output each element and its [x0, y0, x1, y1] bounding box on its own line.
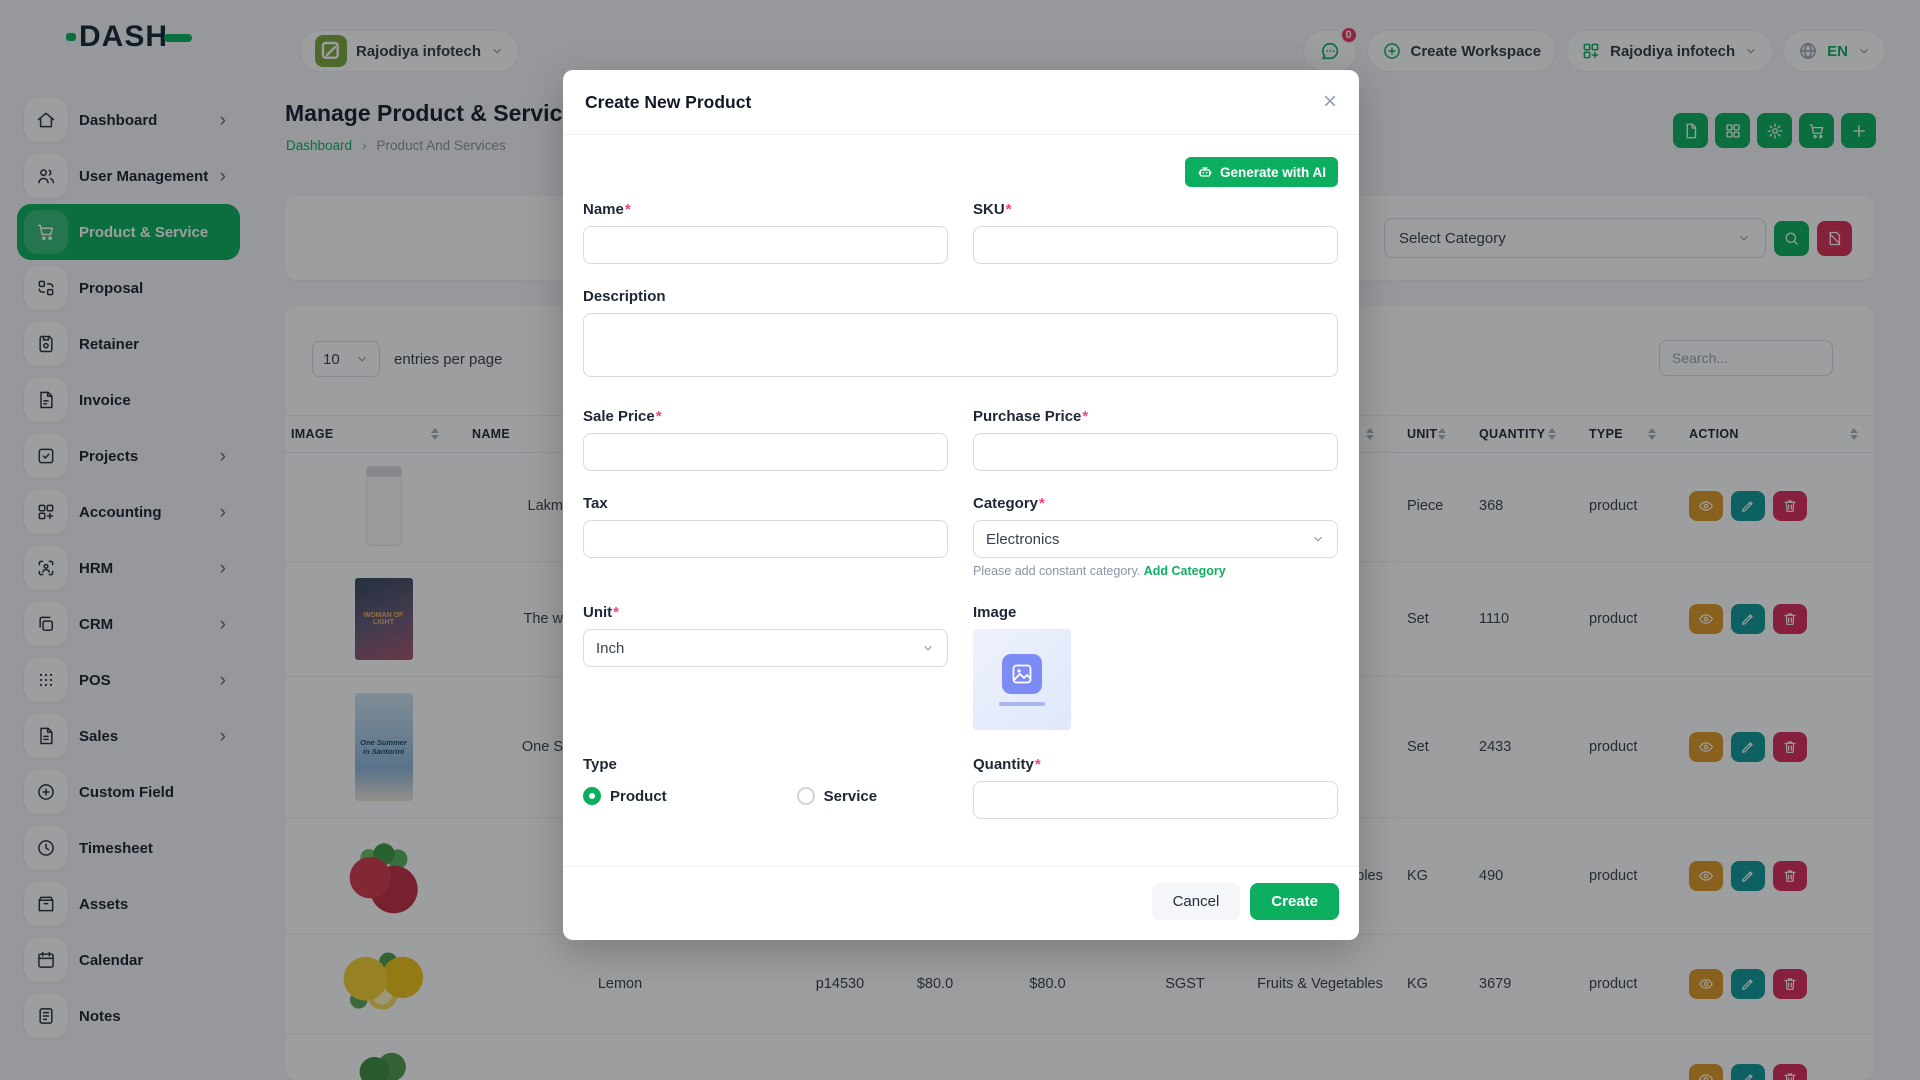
- type-radio-service[interactable]: Service: [797, 787, 877, 805]
- sku-input[interactable]: [973, 226, 1338, 264]
- image-upload[interactable]: [973, 629, 1071, 730]
- cancel-button[interactable]: Cancel: [1152, 883, 1241, 920]
- unit-select[interactable]: Inch: [583, 629, 948, 667]
- description-label: Description: [583, 288, 1338, 305]
- purchase-price-input[interactable]: [973, 433, 1338, 471]
- category-label: Category*: [973, 495, 1338, 512]
- type-radio-product[interactable]: Product: [583, 787, 667, 805]
- sku-label: SKU*: [973, 201, 1338, 218]
- tax-input[interactable]: [583, 520, 948, 558]
- unit-value: Inch: [596, 640, 624, 657]
- name-label: Name*: [583, 201, 948, 218]
- name-input[interactable]: [583, 226, 948, 264]
- chevron-down-icon: [1311, 532, 1325, 546]
- chevron-down-icon: [921, 641, 935, 655]
- robot-icon: [1197, 164, 1213, 180]
- quantity-input[interactable]: [973, 781, 1338, 819]
- close-button[interactable]: ×: [1323, 90, 1337, 114]
- type-label: Type: [583, 756, 948, 773]
- add-category-link[interactable]: Add Category: [1144, 564, 1226, 578]
- radio-label-service: Service: [824, 788, 877, 805]
- quantity-label: Quantity*: [973, 756, 1338, 773]
- generate-ai-label: Generate with AI: [1220, 165, 1326, 180]
- create-product-modal: Create New Product × Generate with AI Na…: [563, 70, 1359, 940]
- description-textarea[interactable]: [583, 313, 1338, 377]
- create-button[interactable]: Create: [1250, 883, 1339, 920]
- sale-price-input[interactable]: [583, 433, 948, 471]
- tax-label: Tax: [583, 495, 948, 512]
- image-label: Image: [973, 604, 1338, 621]
- radio-dot: [797, 787, 815, 805]
- purchase-price-label: Purchase Price*: [973, 408, 1338, 425]
- generate-ai-button[interactable]: Generate with AI: [1185, 157, 1338, 187]
- modal-title: Create New Product: [585, 92, 751, 113]
- image-placeholder-icon: [1002, 654, 1042, 694]
- category-hint: Please add constant category. Add Catego…: [973, 564, 1338, 578]
- radio-dot: [583, 787, 601, 805]
- sale-price-label: Sale Price*: [583, 408, 948, 425]
- category-value: Electronics: [986, 531, 1059, 548]
- category-select[interactable]: Electronics: [973, 520, 1338, 558]
- unit-label: Unit*: [583, 604, 948, 621]
- radio-label-product: Product: [610, 788, 667, 805]
- image-caption-bar: [999, 702, 1045, 706]
